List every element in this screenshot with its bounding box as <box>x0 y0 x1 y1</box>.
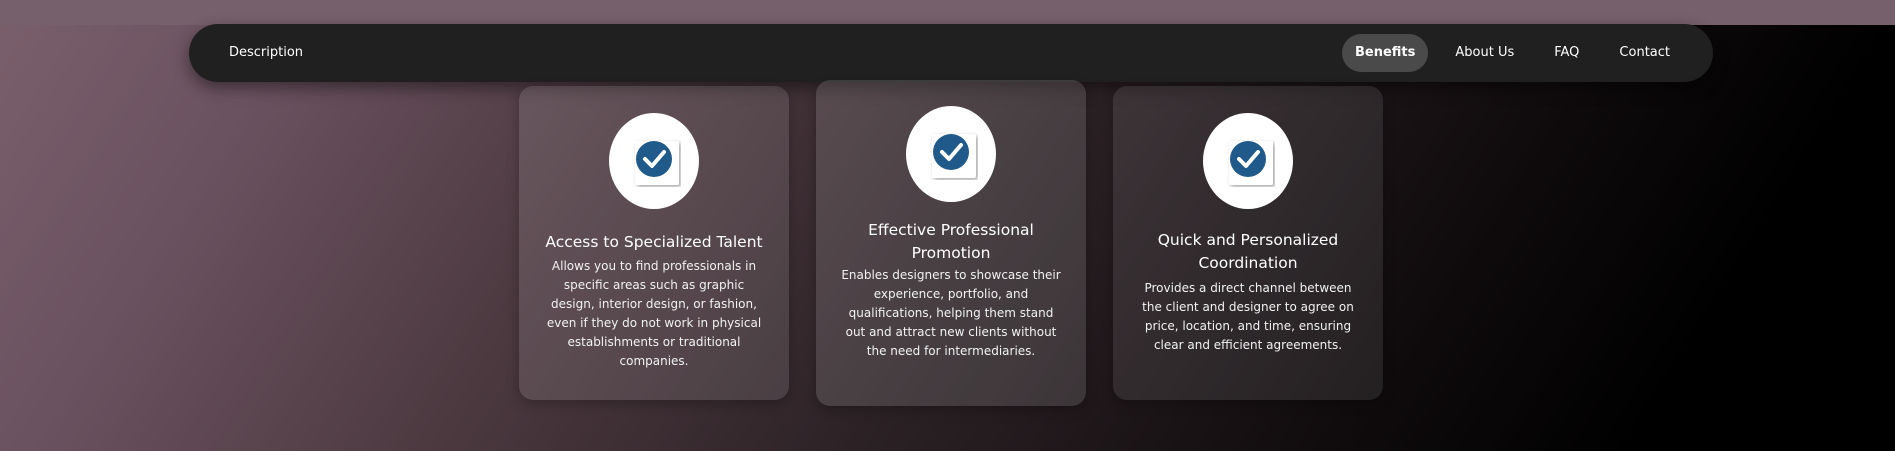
nav-brand-description[interactable]: Description <box>229 44 303 62</box>
benefit-card-personalized-coordination: Quick and Personalized Coordination Prov… <box>1113 86 1383 400</box>
card-description: Provides a direct channel between the cl… <box>1142 281 1354 352</box>
icon-circle <box>906 106 996 202</box>
benefit-card-specialized-talent: Access to Specialized Talent Allows you … <box>519 86 789 400</box>
top-background-strip <box>0 0 1895 25</box>
check-circle-icon <box>932 134 976 178</box>
nav-link-contact[interactable]: Contact <box>1606 34 1683 72</box>
nav-link-about-us[interactable]: About Us <box>1442 34 1527 72</box>
nav-link-faq[interactable]: FAQ <box>1541 34 1592 72</box>
top-navbar: Description Benefits About Us FAQ Contac… <box>189 24 1713 82</box>
icon-circle <box>1203 113 1293 209</box>
nav-link-benefits[interactable]: Benefits <box>1341 34 1429 72</box>
card-description: Enables designers to showcase their expe… <box>841 268 1061 358</box>
check-circle-icon <box>1229 141 1273 185</box>
card-title: Effective Professional Promotion <box>868 221 1034 262</box>
card-description: Allows you to find professionals in spec… <box>546 259 762 368</box>
benefit-card-professional-promotion: Effective Professional Promotion Enables… <box>816 80 1086 406</box>
card-title: Access to Specialized Talent <box>545 233 763 251</box>
icon-circle <box>609 113 699 209</box>
check-circle-icon <box>635 141 679 185</box>
card-title: Quick and Personalized Coordination <box>1157 231 1339 272</box>
nav-links: Benefits About Us FAQ Contact <box>1341 34 1683 72</box>
